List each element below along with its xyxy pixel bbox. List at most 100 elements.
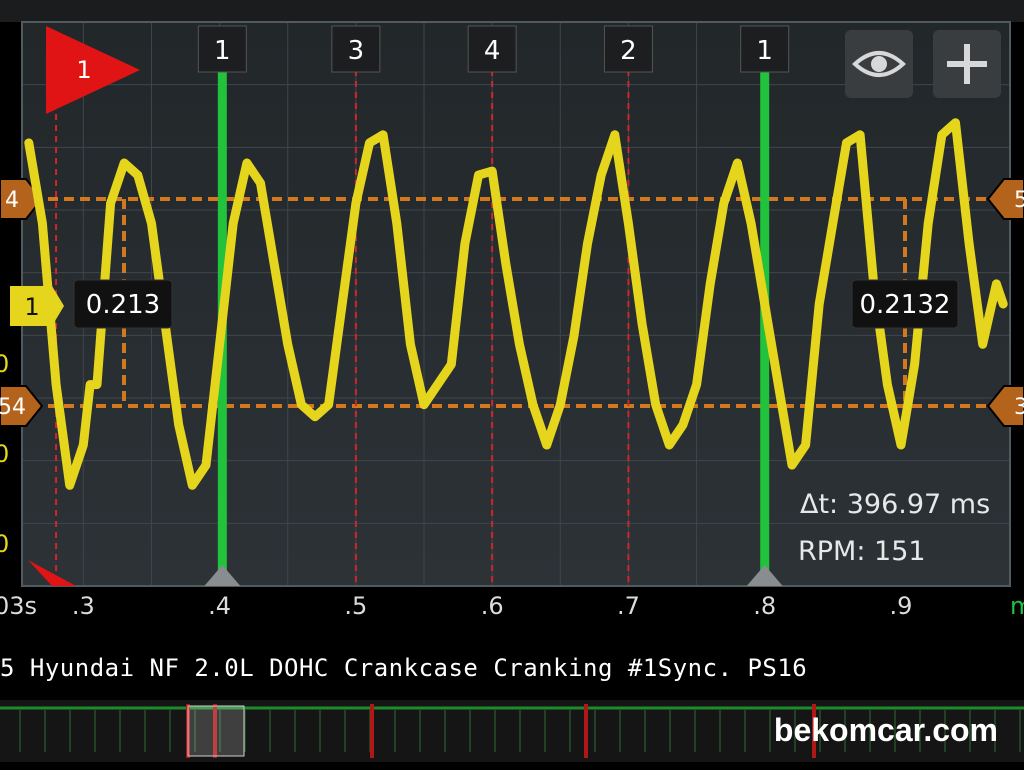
series-point [843, 139, 850, 146]
series-point [557, 401, 564, 408]
series-point [748, 220, 755, 227]
brand-watermark: bekomcar.com [773, 712, 998, 748]
series-point [298, 401, 305, 408]
series-point [434, 381, 441, 388]
eye-button[interactable] [845, 30, 913, 98]
series-point [175, 421, 182, 428]
trigger-flag-label: 1 [76, 56, 91, 84]
series-point [734, 160, 741, 166]
series-point [87, 381, 94, 388]
cursor-top-right-label: 5 [1014, 188, 1024, 213]
marker-label: 1 [214, 36, 231, 66]
series-point [707, 280, 714, 287]
eye-icon [852, 51, 906, 77]
series-point [652, 401, 659, 408]
series-point [925, 220, 932, 227]
series-point [134, 172, 141, 179]
series-point [1000, 301, 1007, 307]
series-point [570, 333, 577, 340]
rpm-readout: RPM: 151 [798, 536, 926, 567]
series-point [421, 401, 427, 408]
series-point [639, 321, 646, 328]
series-point [720, 200, 727, 207]
series-point [802, 442, 809, 448]
series-point [257, 180, 264, 187]
series-point [203, 462, 209, 469]
series-point [121, 160, 128, 166]
x-tick-label: .8 [753, 592, 776, 620]
series-point [993, 280, 1000, 287]
series-point [857, 131, 864, 138]
x-tick-label: .6 [481, 592, 504, 620]
series-point [284, 341, 291, 348]
x-axis-unit-label: m [1010, 592, 1024, 620]
marker-label: 1 [756, 36, 773, 66]
series-point [598, 172, 605, 179]
series-point [107, 200, 114, 207]
cursor-value-right: 0.2132 [860, 290, 951, 320]
series-point [693, 381, 700, 388]
x-tick-label: .7 [617, 592, 640, 620]
x-tick-label: .9 [890, 592, 913, 620]
timeline-viewport[interactable] [187, 705, 245, 757]
series-point [380, 131, 387, 138]
series-point [39, 220, 46, 227]
series-point [611, 131, 618, 138]
series-point [829, 220, 836, 227]
series-point [775, 381, 782, 388]
series-point [393, 220, 400, 227]
series-point [966, 240, 973, 247]
cursor-bottom-left-label: 54 [0, 395, 26, 420]
series-point [352, 200, 359, 207]
series-point [461, 240, 468, 247]
series-point [53, 381, 60, 388]
series-point [543, 442, 550, 448]
series-point [448, 361, 455, 368]
series-point [938, 131, 945, 138]
x-tick-label: .4 [208, 592, 231, 620]
cursor-top-left-label: 4 [5, 188, 19, 213]
series-point [216, 341, 223, 348]
add-button[interactable] [933, 30, 1001, 98]
series-point [584, 240, 591, 247]
series-point [516, 341, 523, 348]
delta-t-readout: Δt: 396.97 ms [800, 489, 990, 520]
series-point [312, 413, 318, 420]
series-point [94, 381, 100, 388]
marker-label: 2 [620, 36, 637, 66]
plus-icon [947, 44, 987, 84]
series-point [475, 172, 482, 179]
left-axis-fragment: 0 [0, 350, 9, 378]
marker-label: 4 [484, 36, 501, 66]
series-point [243, 160, 250, 166]
series-point [979, 341, 986, 348]
series-point [625, 220, 632, 227]
marker-label: 3 [348, 36, 365, 66]
series-point [898, 442, 904, 448]
series-point [366, 139, 373, 146]
series-point [407, 341, 414, 348]
series-point [148, 220, 155, 227]
series-point [189, 482, 196, 489]
series-point [884, 381, 891, 388]
cursor-bottom-right-label: 3 [1014, 395, 1024, 420]
series-point [666, 442, 673, 448]
series-point [502, 260, 509, 267]
x-tick-label: .5 [344, 592, 367, 620]
series-point [325, 401, 332, 408]
series-point [271, 260, 278, 267]
cursor-value-left: 0.213 [86, 290, 160, 320]
series-point [530, 401, 536, 408]
series-point [80, 442, 87, 448]
series-point [230, 220, 237, 227]
series-point [489, 168, 496, 175]
series-point [789, 462, 795, 469]
series-point [952, 119, 959, 126]
waveform-caption: 5 Hyundai NF 2.0L DOHC Crankcase Crankin… [0, 650, 1024, 686]
series-point [25, 139, 32, 146]
left-axis-fragment: 0 [0, 530, 9, 558]
series-point [761, 301, 768, 307]
left-axis-fragment: 0 [0, 440, 9, 468]
x-axis-start-label: 03s [0, 592, 37, 620]
series-point [339, 301, 346, 307]
